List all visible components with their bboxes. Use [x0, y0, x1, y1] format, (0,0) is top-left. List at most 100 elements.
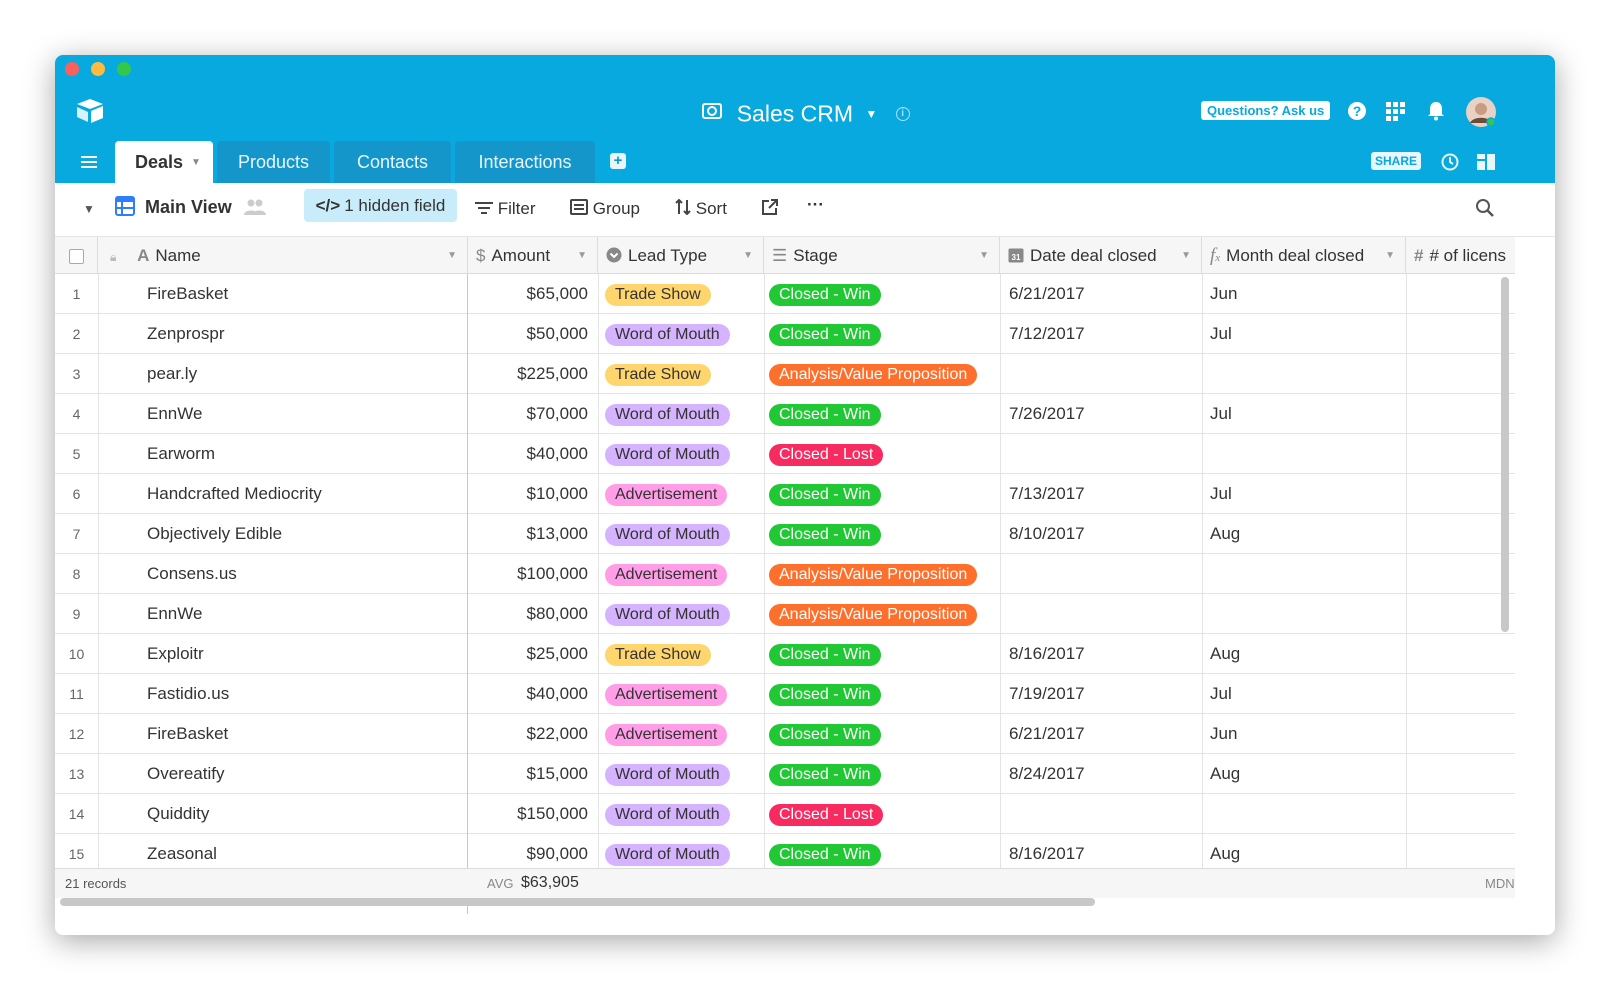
- cell-month-deal-closed[interactable]: [1210, 434, 1400, 473]
- cell-amount[interactable]: $70,000: [467, 394, 588, 433]
- cell-lead-type[interactable]: Advertisement: [605, 674, 765, 713]
- cell-lead-type[interactable]: Word of Mouth: [605, 314, 765, 353]
- column-header-amount[interactable]: $Amount▼: [468, 237, 598, 274]
- cell-amount[interactable]: $100,000: [467, 554, 588, 593]
- cell-stage[interactable]: Closed - Win: [769, 754, 1001, 793]
- cell-name[interactable]: EnnWe: [147, 594, 467, 633]
- cell-name[interactable]: Zenprospr: [147, 314, 467, 353]
- table-row[interactable]: 1FireBasket$65,000Trade ShowClosed - Win…: [55, 274, 1515, 314]
- cell-name[interactable]: Handcrafted Mediocrity: [147, 474, 467, 513]
- cell-date-deal-closed[interactable]: 6/21/2017: [1009, 714, 1199, 753]
- median-label[interactable]: MDN: [1485, 876, 1515, 891]
- cell-name[interactable]: Quiddity: [147, 794, 467, 833]
- filter-button[interactable]: Filter: [475, 199, 536, 219]
- cell-month-deal-closed[interactable]: [1210, 594, 1400, 633]
- column-header-month-deal-closed[interactable]: fxMonth deal closed▼: [1202, 237, 1406, 274]
- cell-month-deal-closed[interactable]: Jul: [1210, 394, 1400, 433]
- tab-products[interactable]: Products: [217, 141, 330, 183]
- cell-amount[interactable]: $80,000: [467, 594, 588, 633]
- cell-name[interactable]: Objectively Edible: [147, 514, 467, 553]
- cell-date-deal-closed[interactable]: 7/12/2017: [1009, 314, 1199, 353]
- help-button[interactable]: Questions? Ask us: [1201, 101, 1330, 120]
- cell-amount[interactable]: $225,000: [467, 354, 588, 393]
- view-switcher-chevron-icon[interactable]: ▼: [83, 202, 95, 216]
- cell-date-deal-closed[interactable]: [1009, 794, 1199, 833]
- cell-month-deal-closed[interactable]: Jun: [1210, 274, 1400, 313]
- cell-lead-type[interactable]: Word of Mouth: [605, 514, 765, 553]
- column-header-date-deal-closed[interactable]: 31Date deal closed▼: [1000, 237, 1202, 274]
- cell-month-deal-closed[interactable]: Jul: [1210, 314, 1400, 353]
- cell-stage[interactable]: Closed - Win: [769, 714, 1001, 753]
- cell-name[interactable]: Exploitr: [147, 634, 467, 673]
- cell-lead-type[interactable]: Word of Mouth: [605, 434, 765, 473]
- cell-amount[interactable]: $15,000: [467, 754, 588, 793]
- cell-amount[interactable]: $40,000: [467, 434, 588, 473]
- cell-month-deal-closed[interactable]: [1210, 794, 1400, 833]
- cell-lead-type[interactable]: Trade Show: [605, 634, 765, 673]
- cell-month-deal-closed[interactable]: [1210, 354, 1400, 393]
- cell-name[interactable]: EnnWe: [147, 394, 467, 433]
- cell-date-deal-closed[interactable]: 7/13/2017: [1009, 474, 1199, 513]
- table-row[interactable]: 4EnnWe$70,000Word of MouthClosed - Win7/…: [55, 394, 1515, 434]
- apps-grid-icon[interactable]: [1385, 101, 1407, 126]
- table-row[interactable]: 5Earworm$40,000Word of MouthClosed - Los…: [55, 434, 1515, 474]
- cell-month-deal-closed[interactable]: Jul: [1210, 674, 1400, 713]
- table-row[interactable]: 11Fastidio.us$40,000AdvertisementClosed …: [55, 674, 1515, 714]
- table-row[interactable]: 14Quiddity$150,000Word of MouthClosed - …: [55, 794, 1515, 834]
- column-header-name[interactable]: 🔒︎ AName▼: [98, 237, 468, 274]
- cell-lead-type[interactable]: Trade Show: [605, 274, 765, 313]
- cell-date-deal-closed[interactable]: [1009, 594, 1199, 633]
- cell-lead-type[interactable]: Advertisement: [605, 714, 765, 753]
- cell-name[interactable]: FireBasket: [147, 714, 467, 753]
- cell-lead-type[interactable]: Word of Mouth: [605, 394, 765, 433]
- cell-name[interactable]: Consens.us: [147, 554, 467, 593]
- cell-stage[interactable]: Analysis/Value Proposition: [769, 354, 1001, 393]
- cell-stage[interactable]: Closed - Win: [769, 274, 1001, 313]
- column-menu-chevron-icon[interactable]: ▼: [577, 237, 587, 274]
- cell-date-deal-closed[interactable]: [1009, 554, 1199, 593]
- cell-lead-type[interactable]: Advertisement: [605, 554, 765, 593]
- tab-chevron-down-icon[interactable]: ▼: [191, 157, 201, 168]
- table-row[interactable]: 7Objectively Edible$13,000Word of MouthC…: [55, 514, 1515, 554]
- sort-button[interactable]: Sort: [675, 199, 727, 219]
- cell-lead-type[interactable]: Trade Show: [605, 354, 765, 393]
- search-icon[interactable]: [1475, 198, 1495, 223]
- cell-lead-type[interactable]: Word of Mouth: [605, 754, 765, 793]
- minimize-window-button[interactable]: [91, 62, 105, 76]
- table-row[interactable]: 6Handcrafted Mediocrity$10,000Advertisem…: [55, 474, 1515, 514]
- table-row[interactable]: 13Overeatify$15,000Word of MouthClosed -…: [55, 754, 1515, 794]
- cell-name[interactable]: FireBasket: [147, 274, 467, 313]
- cell-month-deal-closed[interactable]: Jun: [1210, 714, 1400, 753]
- cell-amount[interactable]: $25,000: [467, 634, 588, 673]
- cell-amount[interactable]: $150,000: [467, 794, 588, 833]
- table-row[interactable]: 3pear.ly$225,000Trade ShowAnalysis/Value…: [55, 354, 1515, 394]
- add-table-icon[interactable]: +: [610, 153, 626, 169]
- cell-amount[interactable]: $10,000: [467, 474, 588, 513]
- cell-name[interactable]: pear.ly: [147, 354, 467, 393]
- column-menu-chevron-icon[interactable]: ▼: [979, 237, 989, 274]
- cell-lead-type[interactable]: Word of Mouth: [605, 794, 765, 833]
- cell-amount[interactable]: $40,000: [467, 674, 588, 713]
- cell-stage[interactable]: Closed - Win: [769, 474, 1001, 513]
- cell-date-deal-closed[interactable]: [1009, 434, 1199, 473]
- cell-stage[interactable]: Analysis/Value Proposition: [769, 594, 1001, 633]
- share-button[interactable]: SHARE: [1371, 152, 1421, 170]
- cell-stage[interactable]: Closed - Win: [769, 314, 1001, 353]
- table-row[interactable]: 8Consens.us$100,000AdvertisementAnalysis…: [55, 554, 1515, 594]
- table-row[interactable]: 10Exploitr$25,000Trade ShowClosed - Win8…: [55, 634, 1515, 674]
- cell-stage[interactable]: Closed - Win: [769, 394, 1001, 433]
- close-window-button[interactable]: [65, 62, 79, 76]
- view-name[interactable]: Main View: [145, 197, 232, 218]
- tab-deals[interactable]: Deals▼: [115, 141, 213, 183]
- cell-name[interactable]: Earworm: [147, 434, 467, 473]
- blocks-icon[interactable]: [1476, 152, 1496, 177]
- column-header-licenses[interactable]: ## of licens: [1406, 237, 1515, 274]
- cell-amount[interactable]: $22,000: [467, 714, 588, 753]
- group-button[interactable]: Group: [570, 199, 640, 219]
- tab-contacts[interactable]: Contacts: [334, 141, 451, 183]
- cell-date-deal-closed[interactable]: 8/10/2017: [1009, 514, 1199, 553]
- cell-stage[interactable]: Closed - Lost: [769, 434, 1001, 473]
- history-icon[interactable]: [1440, 152, 1460, 177]
- cell-amount[interactable]: $65,000: [467, 274, 588, 313]
- cell-date-deal-closed[interactable]: 7/26/2017: [1009, 394, 1199, 433]
